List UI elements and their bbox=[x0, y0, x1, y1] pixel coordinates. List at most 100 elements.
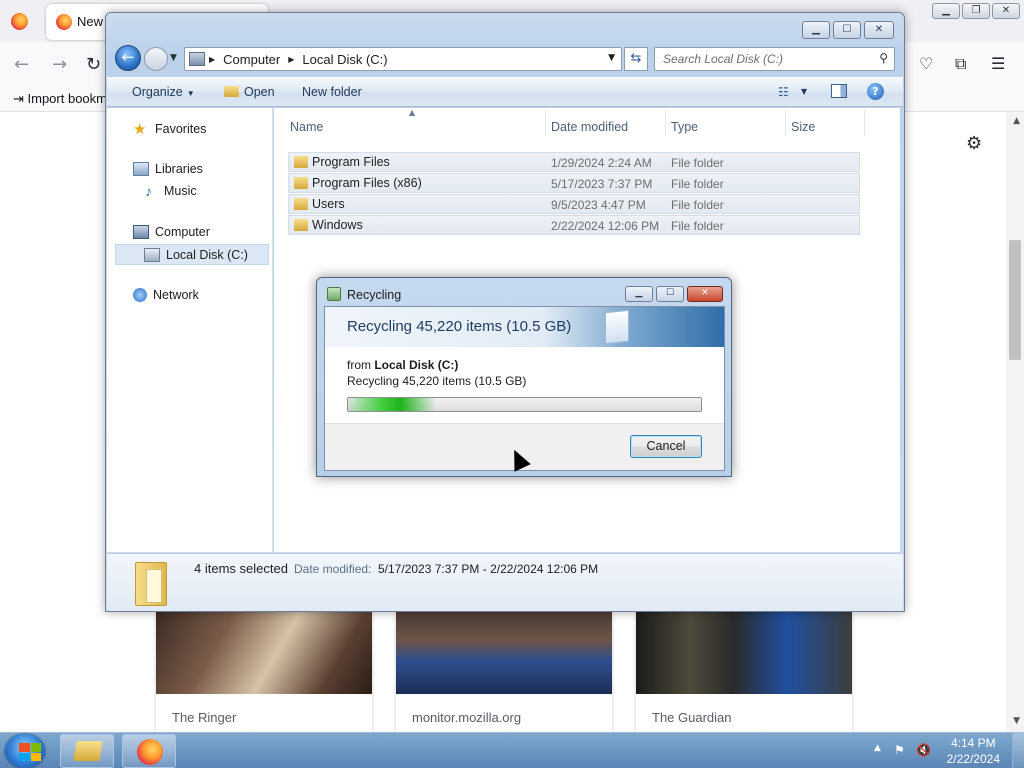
recent-pages-dropdown[interactable]: ▼ bbox=[170, 53, 177, 63]
table-row[interactable]: Windows 2/22/2024 12:06 PM File folder bbox=[288, 215, 860, 235]
folder-icon bbox=[294, 156, 308, 168]
file-date: 9/5/2023 4:47 PM bbox=[551, 198, 646, 212]
windows-logo-icon bbox=[19, 743, 41, 761]
file-name: Program Files (x86) bbox=[312, 176, 422, 190]
cancel-button[interactable]: Cancel bbox=[630, 435, 702, 458]
forward-button[interactable] bbox=[144, 47, 168, 71]
column-header-size[interactable]: Size bbox=[791, 120, 815, 134]
back-arrow-icon[interactable]: ← bbox=[14, 54, 29, 75]
dialog-minimize-button[interactable]: ▁ bbox=[625, 286, 653, 302]
clock-time: 4:14 PM bbox=[950, 736, 996, 750]
change-view-icon[interactable]: ☷ bbox=[778, 85, 789, 99]
nav-favorites-label: Favorites bbox=[155, 122, 207, 136]
selection-count: 4 items selected bbox=[194, 561, 288, 576]
mouse-cursor bbox=[508, 447, 528, 469]
help-icon[interactable]: ? bbox=[867, 83, 884, 100]
source-location: from Local Disk (C:) bbox=[347, 358, 458, 372]
open-folder-icon bbox=[224, 86, 239, 97]
source-prefix: from bbox=[347, 358, 371, 372]
dialog-maximize-button[interactable]: ☐ bbox=[656, 286, 684, 302]
new-folder-button[interactable]: New folder bbox=[302, 85, 362, 99]
navigation-pane: ★ Favorites Libraries ♪ Music Computer L… bbox=[107, 108, 273, 552]
nav-item-network[interactable]: Network bbox=[133, 288, 199, 302]
scroll-down-icon[interactable]: ▼ bbox=[1013, 716, 1020, 726]
back-button[interactable]: ← bbox=[115, 45, 141, 71]
view-options-caret-icon[interactable]: ▼ bbox=[801, 87, 807, 96]
column-divider[interactable] bbox=[545, 110, 546, 136]
action-center-flag-icon[interactable]: ⚑ bbox=[894, 743, 905, 757]
search-icon[interactable]: ⚲ bbox=[879, 51, 888, 65]
address-dropdown-icon[interactable]: ▼ bbox=[608, 53, 615, 63]
clock[interactable]: 4:14 PM 2/22/2024 bbox=[947, 735, 1000, 767]
breadcrumb-separator[interactable]: ▶ bbox=[288, 55, 294, 64]
menu-icon[interactable]: ☰ bbox=[991, 54, 1005, 73]
scroll-up-icon[interactable]: ▲ bbox=[1013, 116, 1020, 126]
nav-item-music[interactable]: ♪ Music bbox=[145, 183, 197, 199]
scroll-thumb[interactable] bbox=[1009, 240, 1021, 360]
page-scrollbar[interactable]: ▲ ▼ bbox=[1006, 112, 1024, 732]
taskbar-explorer-button[interactable] bbox=[60, 734, 114, 768]
story-card[interactable]: The Ringer bbox=[156, 612, 372, 732]
start-button[interactable] bbox=[5, 734, 45, 768]
nav-item-computer[interactable]: Computer bbox=[133, 225, 210, 239]
show-desktop-button[interactable] bbox=[1012, 733, 1024, 768]
open-button[interactable]: Open bbox=[224, 85, 275, 99]
column-header-type[interactable]: Type bbox=[671, 120, 698, 134]
nav-item-local-disk[interactable]: Local Disk (C:) bbox=[115, 244, 269, 265]
table-row[interactable]: Program Files 1/29/2024 2:24 AM File fol… bbox=[288, 152, 860, 172]
preview-pane-icon[interactable] bbox=[831, 84, 847, 98]
address-bar[interactable]: ▶ Computer ▶ Local Disk (C:) ▼ bbox=[184, 47, 622, 71]
firefox-tab-icon bbox=[56, 14, 72, 30]
story-card[interactable]: The Guardian bbox=[636, 612, 852, 732]
file-type: File folder bbox=[671, 198, 724, 212]
dialog-header-text: Recycling 45,220 items (10.5 GB) bbox=[347, 318, 572, 335]
story-card[interactable]: monitor.mozilla.org bbox=[396, 612, 612, 732]
file-type: File folder bbox=[671, 177, 724, 191]
import-bookmarks-link[interactable]: ⇥ Import bookm bbox=[13, 91, 107, 107]
firefox-close-button[interactable]: ✕ bbox=[992, 3, 1020, 19]
pocket-icon[interactable]: ♡ bbox=[919, 54, 933, 73]
drive-icon bbox=[144, 247, 160, 262]
column-header-name[interactable]: Name bbox=[290, 120, 323, 134]
file-date: 1/29/2024 2:24 AM bbox=[551, 156, 652, 170]
breadcrumb-computer[interactable]: Computer bbox=[223, 52, 280, 67]
story-source: monitor.mozilla.org bbox=[412, 710, 522, 725]
firefox-logo-icon[interactable] bbox=[11, 13, 28, 30]
forward-arrow-icon[interactable]: → bbox=[52, 54, 67, 75]
date-modified-label: Date modified: bbox=[294, 562, 372, 576]
search-input[interactable]: Search Local Disk (C:) ⚲ bbox=[654, 47, 895, 71]
explorer-close-button[interactable]: ✕ bbox=[864, 21, 894, 39]
organize-button[interactable]: Organize ▼ bbox=[132, 85, 195, 99]
explorer-minimize-button[interactable]: ▁ bbox=[802, 21, 830, 39]
column-divider[interactable] bbox=[665, 110, 666, 136]
system-tray: ▲ ⚑ 🔇 4:14 PM 2/22/2024 bbox=[864, 733, 1024, 768]
table-row[interactable]: Program Files (x86) 5/17/2023 7:37 PM Fi… bbox=[288, 173, 860, 193]
nav-item-favorites[interactable]: ★ Favorites bbox=[133, 120, 206, 138]
taskbar-firefox-button[interactable] bbox=[122, 734, 176, 768]
computer-icon bbox=[189, 52, 205, 66]
folder-icon bbox=[294, 219, 308, 231]
breadcrumb-separator[interactable]: ▶ bbox=[209, 55, 215, 64]
story-thumbnail bbox=[396, 612, 612, 694]
breadcrumb-local-disk[interactable]: Local Disk (C:) bbox=[302, 52, 387, 67]
nav-computer-label: Computer bbox=[155, 225, 210, 239]
show-hidden-icons-icon[interactable]: ▲ bbox=[874, 743, 881, 753]
music-note-icon: ♪ bbox=[145, 183, 152, 199]
explorer-maximize-button[interactable]: ☐ bbox=[833, 21, 861, 39]
firefox-window-controls: ▁ ❐ ✕ bbox=[932, 3, 1020, 19]
refresh-button[interactable]: ⇆ bbox=[624, 47, 648, 71]
firefox-restore-button[interactable]: ❐ bbox=[962, 3, 990, 19]
extensions-icon[interactable]: ⧉ bbox=[955, 54, 966, 74]
reload-icon[interactable]: ↻ bbox=[86, 54, 101, 75]
explorer-folder-icon bbox=[73, 741, 103, 761]
volume-muted-icon[interactable]: 🔇 bbox=[916, 743, 931, 757]
settings-gear-icon[interactable]: ⚙ bbox=[966, 133, 982, 154]
column-divider[interactable] bbox=[864, 110, 865, 136]
column-header-date[interactable]: Date modified bbox=[551, 120, 628, 134]
dialog-close-button[interactable]: ✕ bbox=[687, 286, 723, 302]
taskbar: ▲ ⚑ 🔇 4:14 PM 2/22/2024 bbox=[0, 732, 1024, 768]
nav-item-libraries[interactable]: Libraries bbox=[133, 162, 203, 176]
firefox-minimize-button[interactable]: ▁ bbox=[932, 3, 960, 19]
table-row[interactable]: Users 9/5/2023 4:47 PM File folder bbox=[288, 194, 860, 214]
column-divider[interactable] bbox=[785, 110, 786, 136]
